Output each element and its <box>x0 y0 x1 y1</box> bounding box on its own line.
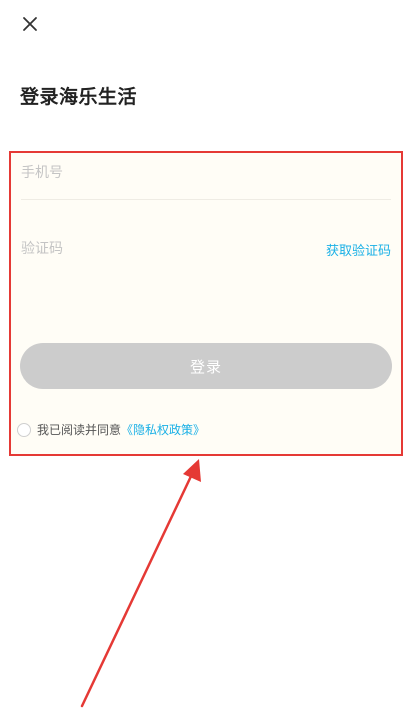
agree-text: 我已阅读并同意 <box>37 423 122 437</box>
phone-input[interactable] <box>21 153 391 193</box>
login-form: 获取验证码 登录 我已阅读并同意 《隐私权政策》 <box>9 151 403 456</box>
login-button[interactable]: 登录 <box>20 343 392 389</box>
close-icon <box>23 17 37 31</box>
code-field: 获取验证码 <box>21 229 391 269</box>
close-button[interactable] <box>16 10 44 38</box>
login-screen: 登录海乐生活 获取验证码 登录 我已阅读并同意 《隐私权政策》 <box>0 0 414 720</box>
get-code-button[interactable]: 获取验证码 <box>326 240 391 259</box>
privacy-policy-link[interactable]: 《隐私权政策》 <box>121 421 205 438</box>
code-input[interactable] <box>21 229 311 269</box>
phone-field <box>21 153 391 200</box>
agreement-row: 我已阅读并同意 《隐私权政策》 <box>17 421 205 438</box>
agree-checkbox[interactable] <box>17 422 31 437</box>
page-title: 登录海乐生活 <box>20 86 138 108</box>
